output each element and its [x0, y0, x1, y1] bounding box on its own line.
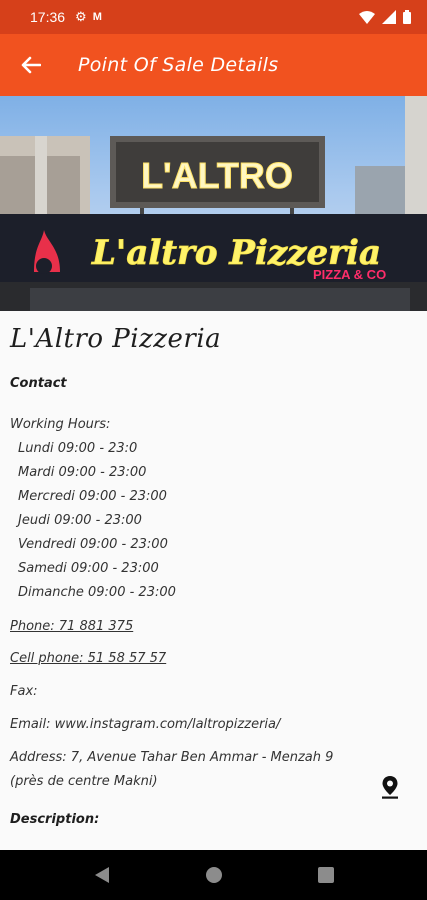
- details-content: L'Altro Pizzeria Contact Working Hours: …: [10, 318, 417, 827]
- address-field: Address: 7, Avenue Tahar Ben Ammar - Men…: [10, 746, 370, 794]
- contact-label: Contact: [10, 376, 67, 391]
- hours-row: Vendredi 09:00 - 23:00: [18, 537, 168, 552]
- cell-phone-link[interactable]: Cell phone: 51 58 57 57: [10, 647, 417, 671]
- location-pin-icon: [382, 776, 398, 799]
- hours-row: Mardi 09:00 - 23:00: [18, 465, 147, 480]
- system-nav-bar: [0, 850, 427, 900]
- page-title: Point Of Sale Details: [78, 54, 279, 76]
- storefront-image: L'ALTRO L'altro Pizzeria PIZZA & CO: [0, 96, 427, 311]
- nav-home-button[interactable]: [202, 863, 226, 887]
- place-name: L'Altro Pizzeria: [10, 324, 222, 354]
- battery-icon: [403, 10, 411, 24]
- sign-top-text: L'ALTRO: [141, 155, 293, 196]
- storefront-illustration: L'ALTRO L'altro Pizzeria PIZZA & CO: [0, 96, 427, 311]
- arrow-left-icon: [21, 56, 41, 74]
- working-hours-label: Working Hours:: [10, 417, 111, 432]
- hours-row: Jeudi 09:00 - 23:00: [18, 513, 142, 528]
- status-time: 17:36: [30, 9, 66, 25]
- signal-icon: [382, 10, 396, 24]
- description-label: Description:: [10, 812, 100, 827]
- gear-icon: ⚙: [75, 9, 87, 24]
- hours-row: Lundi 09:00 - 23:0: [18, 441, 138, 456]
- home-circle-icon: [205, 867, 222, 883]
- phone-link[interactable]: Phone: 71 881 375: [10, 615, 417, 639]
- app-bar: Point Of Sale Details: [0, 34, 427, 96]
- map-location-button[interactable]: [373, 770, 407, 804]
- nav-recents-button[interactable]: [314, 863, 338, 887]
- gmail-icon: M: [92, 11, 102, 23]
- status-bar: 17:36 ⚙ M: [0, 0, 427, 34]
- back-button[interactable]: [0, 34, 62, 96]
- status-right-icons: [359, 10, 411, 24]
- hours-row: Samedi 09:00 - 23:00: [18, 561, 159, 576]
- recents-square-icon: [317, 867, 334, 883]
- email-field: Email: www.instagram.com/laltropizzeria/: [10, 717, 281, 732]
- hours-row: Mercredi 09:00 - 23:00: [18, 489, 167, 504]
- back-triangle-icon: [94, 867, 109, 883]
- fax-field: Fax:: [10, 684, 38, 699]
- hours-row: Dimanche 09:00 - 23:00: [18, 585, 176, 600]
- sign-sub-text: PIZZA & CO: [313, 267, 386, 282]
- address-line-2: (près de centre Makni): [10, 774, 158, 789]
- address-line-1: Address: 7, Avenue Tahar Ben Ammar - Men…: [10, 750, 334, 765]
- nav-back-button[interactable]: [90, 863, 114, 887]
- wifi-icon: [359, 10, 375, 24]
